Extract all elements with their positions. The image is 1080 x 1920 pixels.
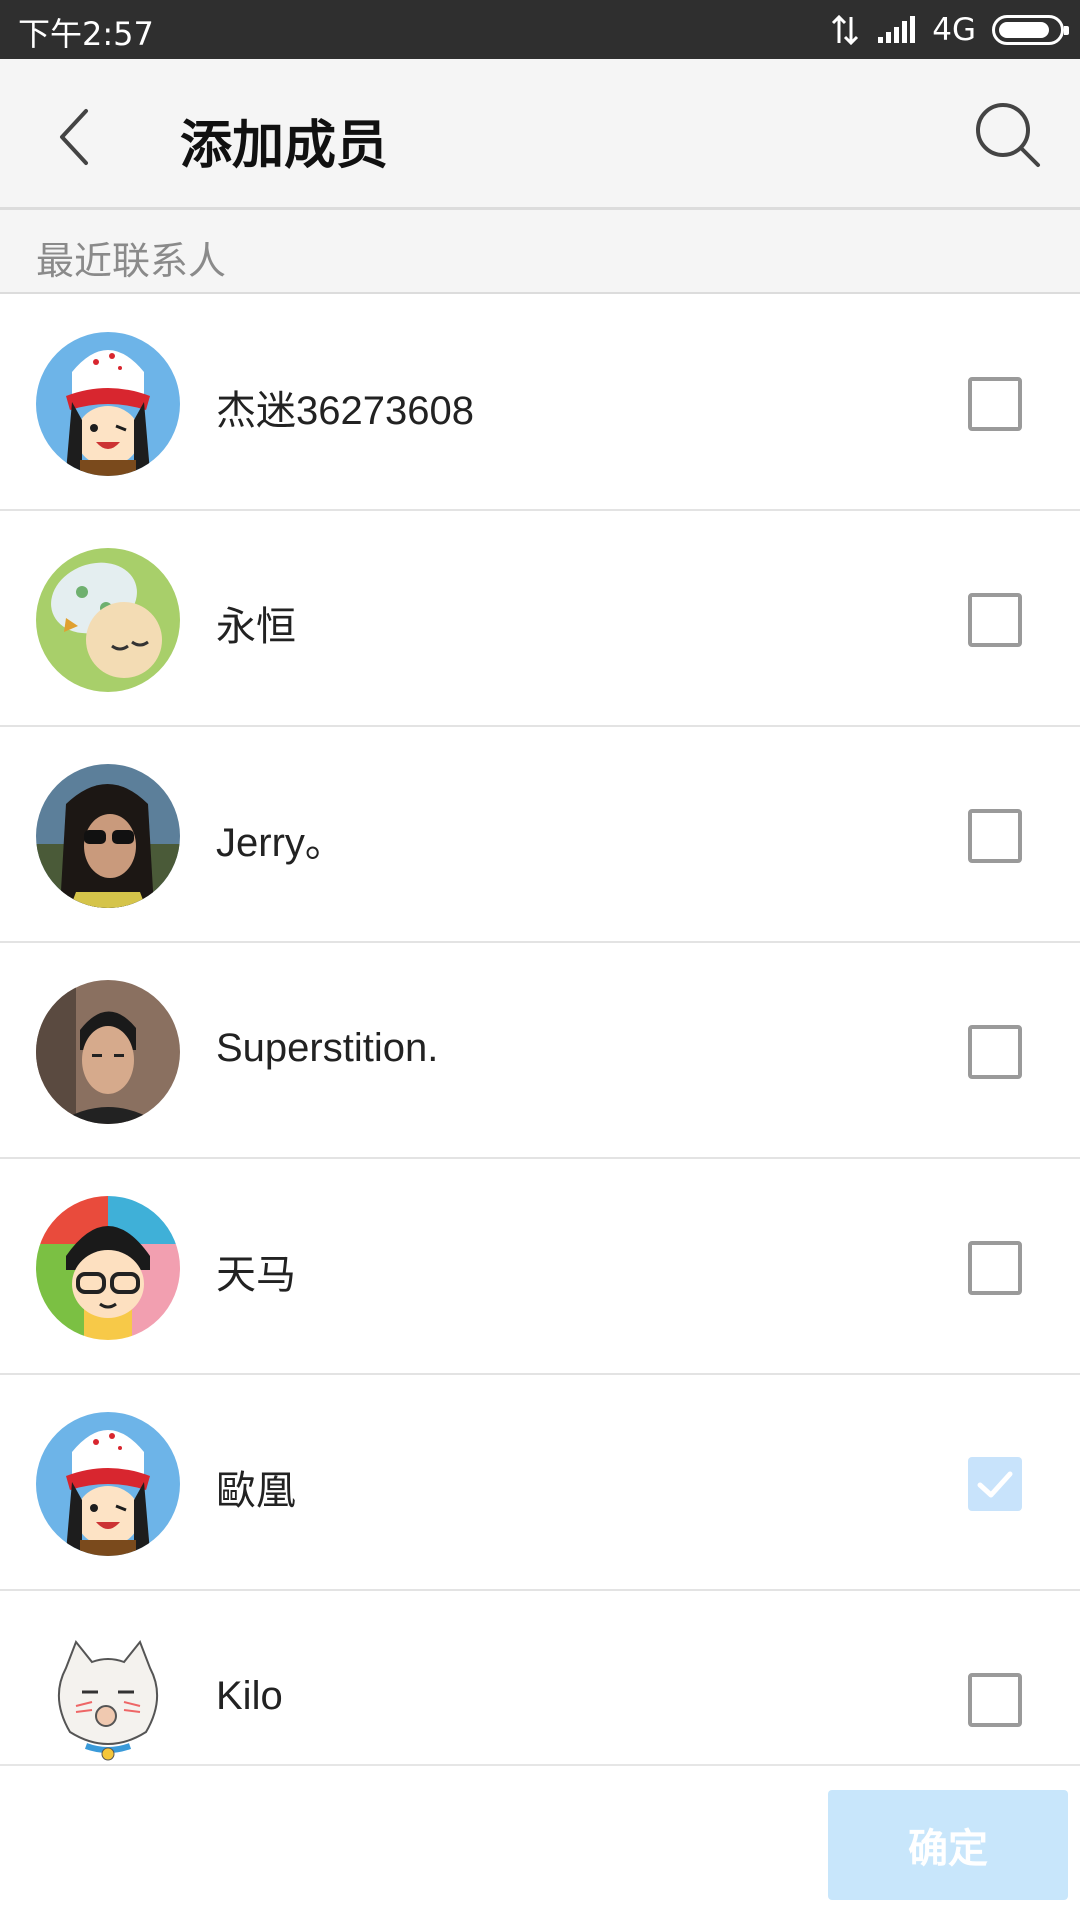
search-button[interactable] (970, 97, 1050, 177)
avatar (36, 548, 180, 692)
avatar (36, 1628, 180, 1764)
contact-name: Jerry。 (216, 821, 345, 865)
signal-icon (878, 16, 916, 43)
select-checkbox-checked[interactable] (968, 1457, 1022, 1511)
bottom-action-bar: 确定 (0, 1764, 1080, 1920)
contact-list[interactable]: 杰迷36273608 永恒 Jerry。 Superstition. 天马 歐凰… (0, 296, 1080, 1764)
select-checkbox[interactable] (968, 1673, 1022, 1727)
select-checkbox[interactable] (968, 809, 1022, 863)
section-title: 最近联系人 (36, 239, 227, 283)
page-title: 添加成员 (180, 116, 389, 176)
avatar (36, 764, 180, 908)
chevron-left-icon (60, 109, 88, 165)
contact-row[interactable]: 杰迷36273608 (0, 296, 1080, 511)
back-button[interactable] (44, 95, 120, 179)
contact-name: 杰迷36273608 (216, 389, 474, 433)
avatar (36, 1412, 180, 1556)
avatar (36, 980, 180, 1124)
contact-name: Kilo (216, 1674, 283, 1718)
status-icons: 4G (830, 10, 1069, 50)
contact-name: 永恒 (216, 605, 296, 649)
data-transfer-icon (832, 15, 859, 45)
search-icon (976, 103, 1040, 167)
avatar (36, 1196, 180, 1340)
confirm-button[interactable]: 确定 (828, 1790, 1068, 1900)
contact-row[interactable]: 天马 (0, 1160, 1080, 1375)
contact-row[interactable]: Superstition. (0, 944, 1080, 1159)
select-checkbox[interactable] (968, 377, 1022, 431)
select-checkbox[interactable] (968, 1241, 1022, 1295)
status-bar: 下午2:57 4G (0, 0, 1080, 59)
select-checkbox[interactable] (968, 593, 1022, 647)
battery-icon (992, 15, 1069, 45)
contact-row[interactable]: 歐凰 (0, 1376, 1080, 1591)
contact-name: 天马 (216, 1253, 296, 1297)
network-type: 4G (932, 12, 976, 48)
contact-row[interactable]: Jerry。 (0, 728, 1080, 943)
select-checkbox[interactable] (968, 1025, 1022, 1079)
status-time: 下午2:57 (18, 15, 154, 53)
avatar (36, 332, 180, 476)
title-bar: 添加成员 (0, 59, 1080, 210)
checkmark-icon (977, 1471, 1013, 1498)
contact-name: 歐凰 (216, 1469, 296, 1513)
contact-row[interactable]: 永恒 (0, 512, 1080, 727)
contact-name: Superstition. (216, 1026, 439, 1070)
section-header: 最近联系人 (0, 210, 1080, 294)
add-member-screen: 下午2:57 4G 添加成员 最近联系人 杰迷36273608 永恒 Jerry… (0, 0, 1080, 1920)
contact-row[interactable]: Kilo (0, 1592, 1080, 1764)
